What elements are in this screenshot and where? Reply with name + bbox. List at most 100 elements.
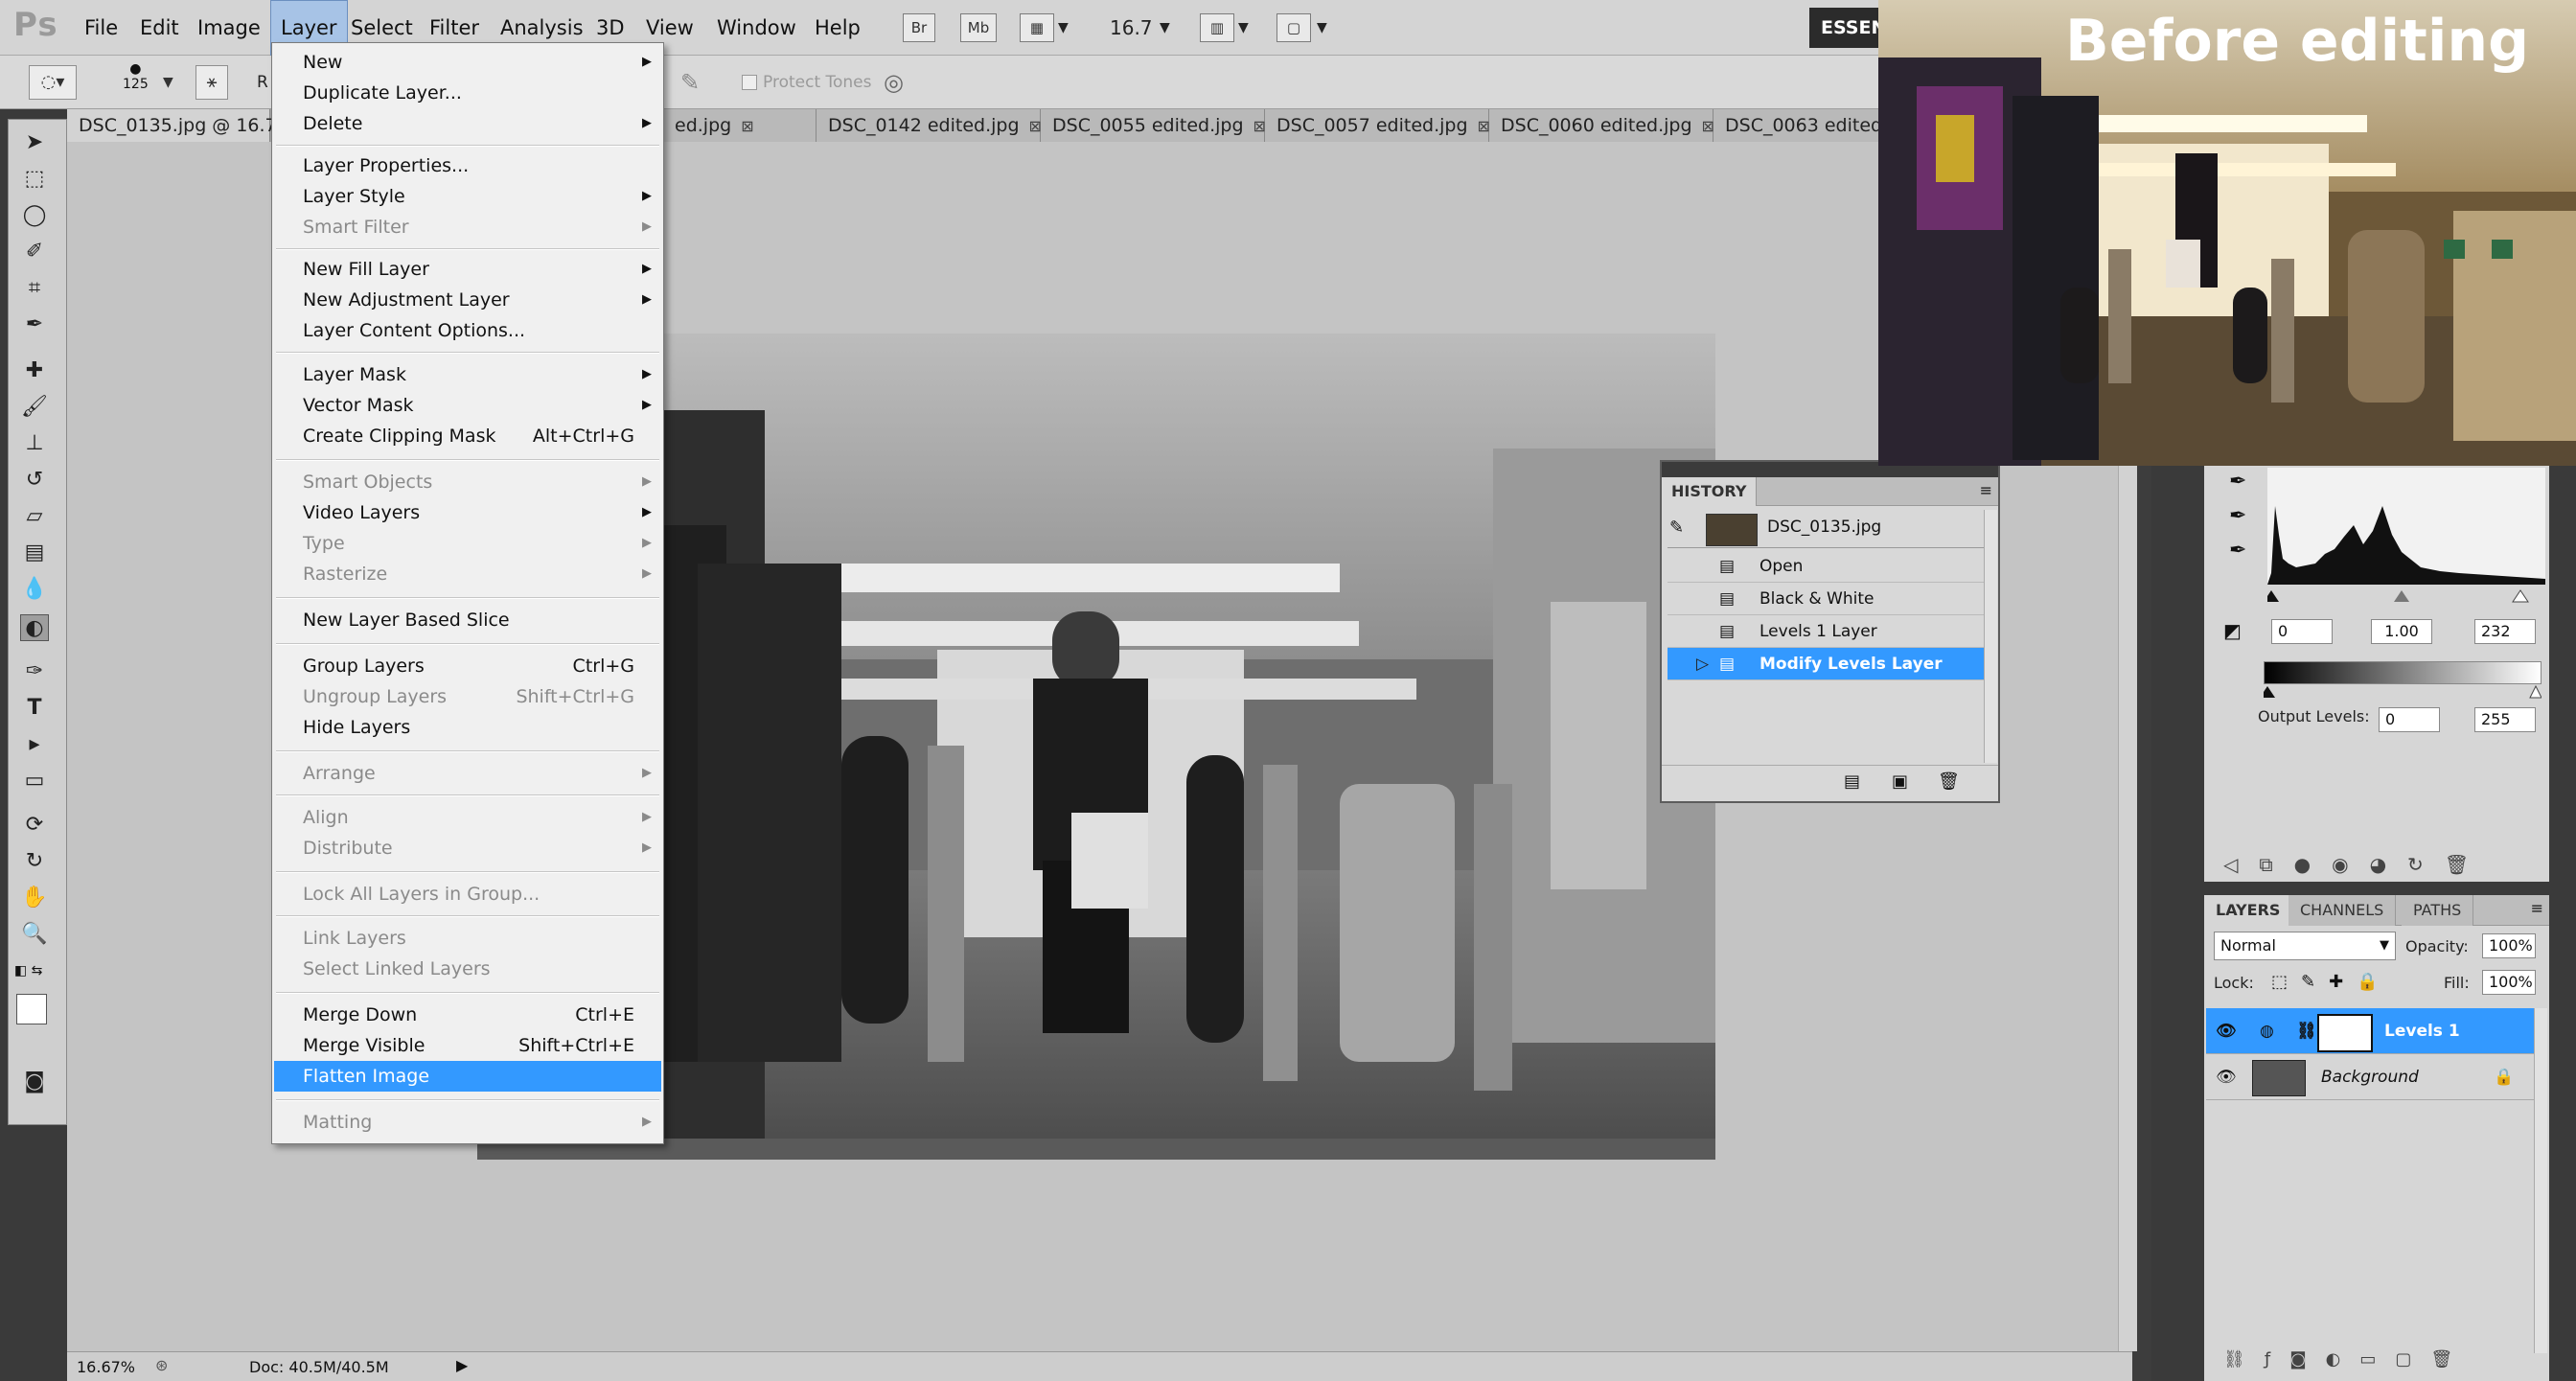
layer-style-icon[interactable]: ƒ [2265, 1349, 2289, 1369]
zoom-tool-icon[interactable]: 🔍 [20, 921, 49, 948]
gradient-tool-icon[interactable]: ▤ [20, 540, 49, 566]
quick-selection-tool-icon[interactable]: ✐ [20, 239, 49, 265]
trash-icon[interactable]: 🗑 [1938, 771, 1960, 792]
layer-mask-thumbnail[interactable] [2317, 1014, 2373, 1052]
menu-item-merge-visible[interactable]: Merge Visible Shift+Ctrl+E [274, 1030, 661, 1061]
history-snapshot[interactable]: ✎ DSC_0135.jpg [1668, 510, 1984, 548]
menu-image[interactable]: Image [188, 0, 270, 56]
layer-row-levels[interactable]: 👁 ◍ ⛓ Levels 1 [2206, 1008, 2545, 1054]
new-adjustment-icon[interactable]: ◐ [2326, 1349, 2360, 1369]
brush-preset-picker[interactable]: ● 125 [123, 61, 149, 92]
tab-history[interactable]: HISTORY [1662, 477, 1758, 506]
type-tool-icon[interactable]: T [20, 695, 49, 722]
dodge-burn-tool-icon[interactable]: ◐ [20, 614, 49, 641]
history-brush-source-icon[interactable]: ✎ [1669, 518, 1684, 538]
default-colors-icon[interactable]: ◧ ⇆ [14, 963, 42, 978]
eyedropper-gray-icon[interactable]: ✒ [2229, 504, 2246, 528]
lock-transparent-icon[interactable]: ⬚ [2271, 972, 2301, 992]
pressure-icon[interactable]: ◎ [884, 56, 904, 109]
crop-tool-icon[interactable]: ⌗ [20, 275, 49, 302]
tab-dsc-0057[interactable]: DSC_0057 edited.jpg ⊠ [1265, 109, 1490, 143]
close-icon[interactable]: ⊠ [1478, 110, 1490, 143]
blur-tool-icon[interactable]: 💧 [20, 576, 49, 603]
output-white-field[interactable]: 255 [2474, 707, 2536, 732]
menu-window[interactable]: Window [707, 0, 806, 56]
healing-brush-tool-icon[interactable]: ✚ [20, 357, 49, 384]
workspace-switcher[interactable]: ESSEN [1809, 8, 1886, 48]
rectangle-tool-icon[interactable]: ▭ [20, 768, 49, 794]
input-slider[interactable] [2267, 588, 2545, 604]
menu-item-new-fill-layer[interactable]: New Fill Layer ▶ [274, 254, 661, 285]
blend-mode-select[interactable]: Normal ▼ [2214, 932, 2396, 960]
close-icon[interactable]: ⊠ [1702, 110, 1714, 143]
chevron-down-icon[interactable]: ▼ [1058, 0, 1069, 56]
history-scrollbar[interactable] [1984, 510, 1997, 763]
menu-item-duplicate-layer[interactable]: Duplicate Layer... [274, 78, 661, 108]
chevron-down-icon[interactable]: ▼ [1160, 0, 1170, 56]
eraser-tool-icon[interactable]: ▱ [20, 503, 49, 530]
tab-edited-partial[interactable]: ed.jpg ⊠ [663, 109, 816, 142]
menu-item-layer-properties[interactable]: Layer Properties... [274, 150, 661, 181]
bridge-button[interactable]: Br [903, 13, 935, 42]
lock-all-icon[interactable]: 🔒 [2357, 972, 2391, 992]
menu-help[interactable]: Help [805, 0, 870, 56]
input-gamma-field[interactable]: 1.00 [2371, 619, 2432, 644]
visibility-icon[interactable]: ◉ [2332, 853, 2369, 876]
view-previous-icon[interactable]: ◕ [2370, 853, 2407, 876]
new-group-icon[interactable]: ▭ [2359, 1349, 2395, 1369]
chevron-down-icon[interactable]: ▼ [1238, 0, 1249, 56]
foreground-color-swatch[interactable] [16, 994, 47, 1024]
tab-channels[interactable]: CHANNELS [2288, 895, 2397, 926]
tab-dsc-0060[interactable]: DSC_0060 edited.jpg ⊠ [1489, 109, 1714, 142]
history-state-black-white[interactable]: ▤ Black & White [1668, 583, 1984, 615]
close-icon[interactable]: ⊠ [1254, 110, 1266, 143]
status-zoom[interactable]: 16.67% [77, 1358, 135, 1376]
panel-menu-icon[interactable]: ≡ [1980, 481, 1992, 499]
menu-item-flatten-image[interactable]: Flatten Image [274, 1061, 661, 1092]
chevron-down-icon[interactable]: ▼ [163, 56, 173, 109]
history-state-levels-layer[interactable]: ▤ Levels 1 Layer [1668, 615, 1984, 648]
menu-item-delete[interactable]: Delete ▶ [274, 108, 661, 139]
menu-item-layer-mask[interactable]: Layer Mask ▶ [274, 359, 661, 390]
menu-edit[interactable]: Edit [130, 0, 189, 56]
menu-item-hide-layers[interactable]: Hide Layers [274, 712, 661, 743]
history-state-modify-levels[interactable]: ▷ ▤ Modify Levels Layer [1668, 648, 1984, 680]
view-extras-icon[interactable]: ▦ [1020, 13, 1054, 42]
zoom-level[interactable]: 16.7 [1110, 0, 1153, 56]
lock-image-icon[interactable]: ✎ [2301, 972, 2329, 992]
brush-panel-toggle-icon[interactable]: ⚹ [196, 65, 228, 100]
menu-item-group-layers[interactable]: Group Layers Ctrl+G [274, 651, 661, 681]
menu-item-new-adjustment-layer[interactable]: New Adjustment Layer ▶ [274, 285, 661, 315]
eyedropper-black-icon[interactable]: ✒ [2229, 470, 2246, 494]
screen-mode-icon[interactable]: ▢ [1276, 13, 1311, 42]
arrange-documents-icon[interactable]: ▥ [1200, 13, 1234, 42]
link-layers-icon[interactable]: ⛓ [2223, 1349, 2265, 1369]
close-icon[interactable]: ⊠ [1029, 110, 1042, 143]
marquee-tool-icon[interactable]: ⬚ [20, 166, 49, 193]
pen-tool-icon[interactable]: ✑ [20, 658, 49, 685]
menu-item-layer-content-options[interactable]: Layer Content Options... [274, 315, 661, 346]
3d-orbit-tool-icon[interactable]: ↻ [20, 848, 49, 875]
panel-menu-icon[interactable]: ≡ [2531, 899, 2543, 917]
eye-icon[interactable]: 👁 [2216, 1054, 2237, 1100]
tab-layers[interactable]: LAYERS [2204, 895, 2293, 926]
menu-item-new-layer-based-slice[interactable]: New Layer Based Slice [274, 605, 661, 635]
lasso-tool-icon[interactable]: ◯ [20, 202, 49, 229]
3d-rotate-tool-icon[interactable]: ⟳ [20, 812, 49, 839]
trash-icon[interactable]: 🗑 [2445, 853, 2490, 876]
clone-stamp-tool-icon[interactable]: ⊥ [20, 430, 49, 457]
menu-item-create-clipping-mask[interactable]: Create Clipping Mask Alt+Ctrl+G [274, 421, 661, 451]
back-icon[interactable]: ◁ [2223, 853, 2259, 876]
menu-item-vector-mask[interactable]: Vector Mask ▶ [274, 390, 661, 421]
new-snapshot-icon[interactable]: ▣ [1892, 771, 1908, 792]
input-white-field[interactable]: 232 [2474, 619, 2536, 644]
new-layer-icon[interactable]: ▢ [2395, 1349, 2430, 1369]
menu-item-merge-down[interactable]: Merge Down Ctrl+E [274, 1000, 661, 1030]
output-black-field[interactable]: 0 [2379, 707, 2440, 732]
expand-view-icon[interactable]: ⧉ [2259, 853, 2293, 876]
menu-item-new[interactable]: New ▶ [274, 47, 661, 78]
menu-item-layer-style[interactable]: Layer Style ▶ [274, 181, 661, 212]
brush-tool-icon[interactable]: 🖌 [20, 394, 49, 421]
input-black-field[interactable]: 0 [2271, 619, 2333, 644]
trash-icon[interactable]: 🗑 [2430, 1349, 2472, 1369]
